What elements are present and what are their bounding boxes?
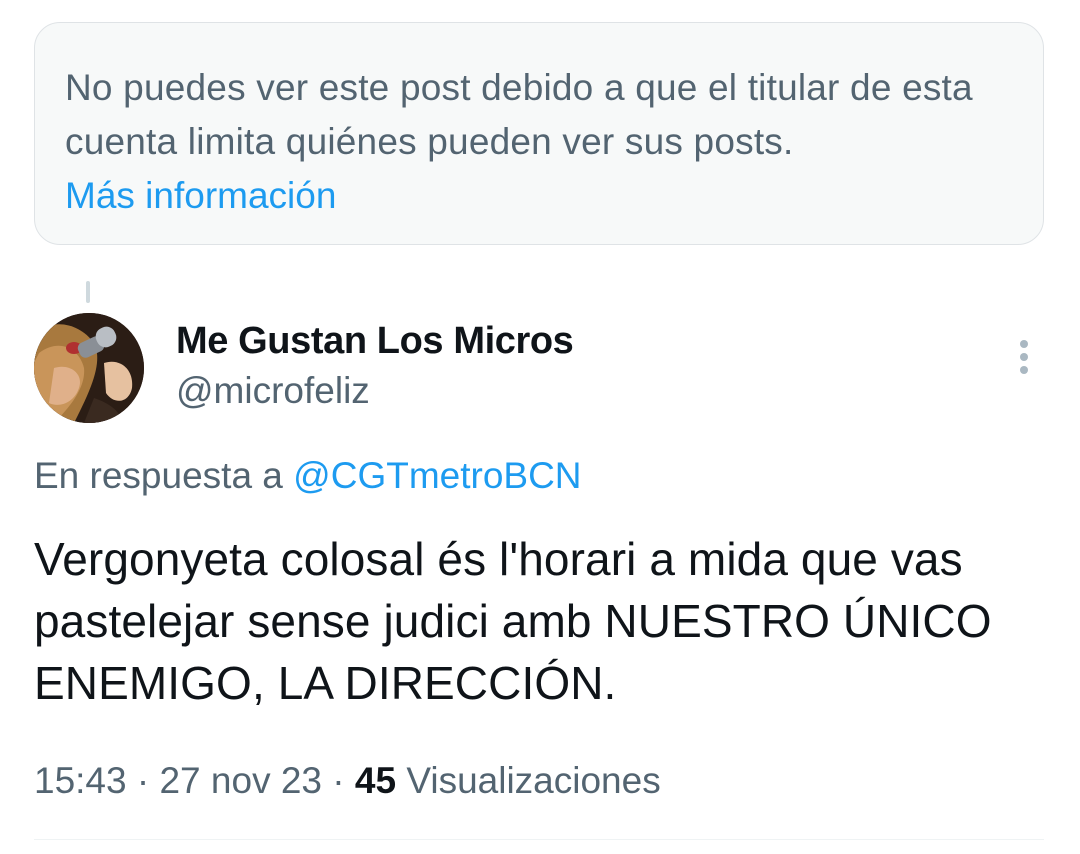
avatar[interactable] bbox=[34, 313, 144, 423]
more-info-link[interactable]: Más información bbox=[65, 169, 1013, 223]
tweet-text: Vergonyeta colosal és l'horari a mida qu… bbox=[34, 533, 992, 709]
restricted-post-notice: No puedes ver este post debido a que el … bbox=[34, 22, 1044, 245]
thread-connector-line bbox=[86, 281, 90, 303]
notice-text: No puedes ver este post debido a que el … bbox=[65, 67, 973, 162]
reply-context: En respuesta a @CGTmetroBCN bbox=[34, 452, 582, 500]
views-count: 45 bbox=[354, 760, 397, 801]
divider bbox=[34, 839, 1044, 840]
tweet-meta: 15:43 · 27 nov 23 · 45 Visualizaciones bbox=[34, 757, 661, 805]
reply-prefix: En respuesta a bbox=[34, 455, 283, 496]
author-handle[interactable]: @microfeliz bbox=[176, 368, 370, 414]
tweet-date[interactable]: 27 nov 23 bbox=[159, 760, 322, 801]
tweet-time[interactable]: 15:43 bbox=[34, 760, 127, 801]
meta-separator: · bbox=[332, 760, 345, 801]
reply-to-mention-link[interactable]: @CGTmetroBCN bbox=[293, 455, 581, 496]
avatar-photo-icon bbox=[34, 313, 144, 423]
more-options-button[interactable] bbox=[1004, 336, 1044, 380]
meta-separator: · bbox=[136, 760, 150, 801]
more-options-icon bbox=[1004, 340, 1044, 374]
tweet-page: No puedes ver este post debido a que el … bbox=[0, 0, 1080, 854]
author-display-name[interactable]: Me Gustan Los Micros bbox=[176, 318, 574, 364]
views-label: Visualizaciones bbox=[406, 760, 661, 801]
